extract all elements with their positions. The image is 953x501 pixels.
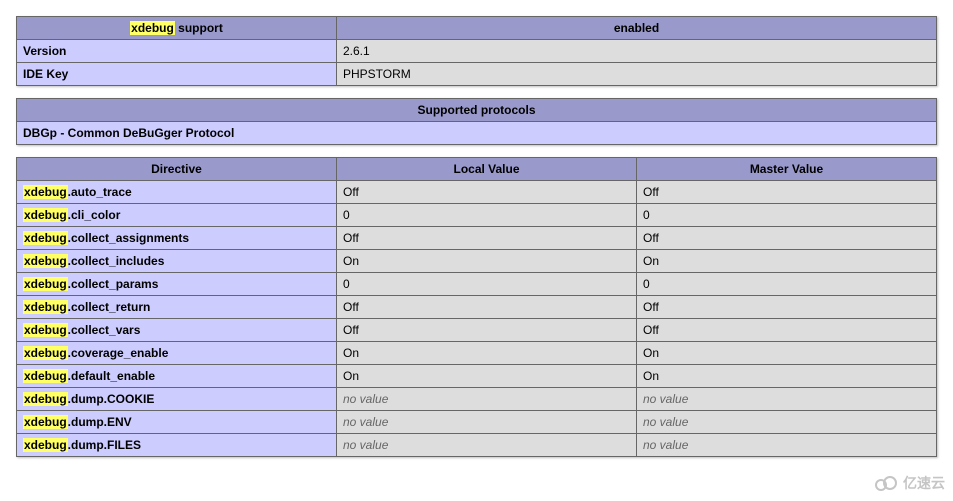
local-value: no value — [337, 434, 637, 457]
directive-suffix: .dump.FILES — [68, 438, 141, 452]
directive-name: xdebug.coverage_enable — [17, 342, 337, 365]
table-row: xdebug.dump.ENVno valueno value — [17, 411, 937, 434]
table-row: Version2.6.1 — [17, 40, 937, 63]
master-value: Off — [637, 227, 937, 250]
directive-suffix: .auto_trace — [68, 185, 132, 199]
xdebug-support-table: xdebug support enabled Version2.6.1IDE K… — [16, 16, 937, 86]
protocols-header: Supported protocols — [17, 99, 937, 122]
master-value: Off — [637, 296, 937, 319]
directive-suffix: .cli_color — [68, 208, 121, 222]
table-row: xdebug.dump.COOKIEno valueno value — [17, 388, 937, 411]
master-value: 0 — [637, 204, 937, 227]
directive-suffix: .default_enable — [68, 369, 155, 383]
highlight-prefix: xdebug — [23, 346, 68, 360]
table-row: xdebug.coverage_enableOnOn — [17, 342, 937, 365]
table-row: xdebug.collect_returnOffOff — [17, 296, 937, 319]
directive-name: xdebug.dump.FILES — [17, 434, 337, 457]
directive-name: xdebug.collect_params — [17, 273, 337, 296]
table-row: xdebug.collect_varsOffOff — [17, 319, 937, 342]
directive-name: xdebug.dump.ENV — [17, 411, 337, 434]
master-value: 0 — [637, 273, 937, 296]
directive-name: xdebug.collect_assignments — [17, 227, 337, 250]
table-row: IDE KeyPHPSTORM — [17, 63, 937, 86]
local-value: no value — [337, 388, 637, 411]
local-value: 0 — [337, 204, 637, 227]
support-value: PHPSTORM — [337, 63, 937, 86]
table-row: xdebug.default_enableOnOn — [17, 365, 937, 388]
directive-name: xdebug.collect_includes — [17, 250, 337, 273]
protocol-row: DBGp - Common DeBuGger Protocol — [17, 122, 937, 145]
master-value: no value — [637, 388, 937, 411]
master-value-col-header: Master Value — [637, 158, 937, 181]
table-row: xdebug.cli_color00 — [17, 204, 937, 227]
master-value: On — [637, 250, 937, 273]
highlight-prefix: xdebug — [23, 415, 68, 429]
highlight-prefix: xdebug — [23, 208, 68, 222]
directive-name: xdebug.collect_return — [17, 296, 337, 319]
cloud-icon — [873, 474, 899, 492]
directive-col-header: Directive — [17, 158, 337, 181]
highlight-prefix: xdebug — [23, 231, 68, 245]
local-value: Off — [337, 227, 637, 250]
support-value: 2.6.1 — [337, 40, 937, 63]
highlight-prefix: xdebug — [23, 277, 68, 291]
directive-suffix: .collect_assignments — [68, 231, 189, 245]
master-value: Off — [637, 319, 937, 342]
support-header-left: xdebug support — [17, 17, 337, 40]
highlight-prefix: xdebug — [130, 21, 175, 35]
highlight-prefix: xdebug — [23, 185, 68, 199]
local-value-col-header: Local Value — [337, 158, 637, 181]
supported-protocols-table: Supported protocols DBGp - Common DeBuGg… — [16, 98, 937, 145]
local-value: Off — [337, 181, 637, 204]
table-row: xdebug.collect_params00 — [17, 273, 937, 296]
directives-table: Directive Local Value Master Value xdebu… — [16, 157, 937, 457]
master-value: no value — [637, 411, 937, 434]
highlight-prefix: xdebug — [23, 369, 68, 383]
directive-name: xdebug.default_enable — [17, 365, 337, 388]
directive-name: xdebug.auto_trace — [17, 181, 337, 204]
support-header-right: enabled — [337, 17, 937, 40]
support-header-suffix: support — [175, 21, 223, 35]
directive-name: xdebug.dump.COOKIE — [17, 388, 337, 411]
directive-suffix: .dump.ENV — [68, 415, 132, 429]
directive-name: xdebug.cli_color — [17, 204, 337, 227]
watermark: 亿速云 — [873, 473, 945, 493]
master-value: Off — [637, 181, 937, 204]
highlight-prefix: xdebug — [23, 254, 68, 268]
table-row: xdebug.collect_includesOnOn — [17, 250, 937, 273]
table-row: xdebug.dump.FILESno valueno value — [17, 434, 937, 457]
highlight-prefix: xdebug — [23, 323, 68, 337]
directive-suffix: .collect_return — [68, 300, 151, 314]
table-row: xdebug.collect_assignmentsOffOff — [17, 227, 937, 250]
master-value: no value — [637, 434, 937, 457]
local-value: On — [337, 365, 637, 388]
watermark-text: 亿速云 — [903, 473, 945, 493]
table-row: xdebug.auto_traceOffOff — [17, 181, 937, 204]
support-key: IDE Key — [17, 63, 337, 86]
local-value: Off — [337, 296, 637, 319]
master-value: On — [637, 365, 937, 388]
directive-name: xdebug.collect_vars — [17, 319, 337, 342]
local-value: 0 — [337, 273, 637, 296]
local-value: no value — [337, 411, 637, 434]
directive-suffix: .collect_vars — [68, 323, 141, 337]
highlight-prefix: xdebug — [23, 438, 68, 452]
support-key: Version — [17, 40, 337, 63]
local-value: On — [337, 250, 637, 273]
highlight-prefix: xdebug — [23, 392, 68, 406]
local-value: Off — [337, 319, 637, 342]
master-value: On — [637, 342, 937, 365]
directive-suffix: .collect_params — [68, 277, 159, 291]
directive-suffix: .collect_includes — [68, 254, 165, 268]
highlight-prefix: xdebug — [23, 300, 68, 314]
directive-suffix: .coverage_enable — [68, 346, 169, 360]
local-value: On — [337, 342, 637, 365]
directive-suffix: .dump.COOKIE — [68, 392, 155, 406]
